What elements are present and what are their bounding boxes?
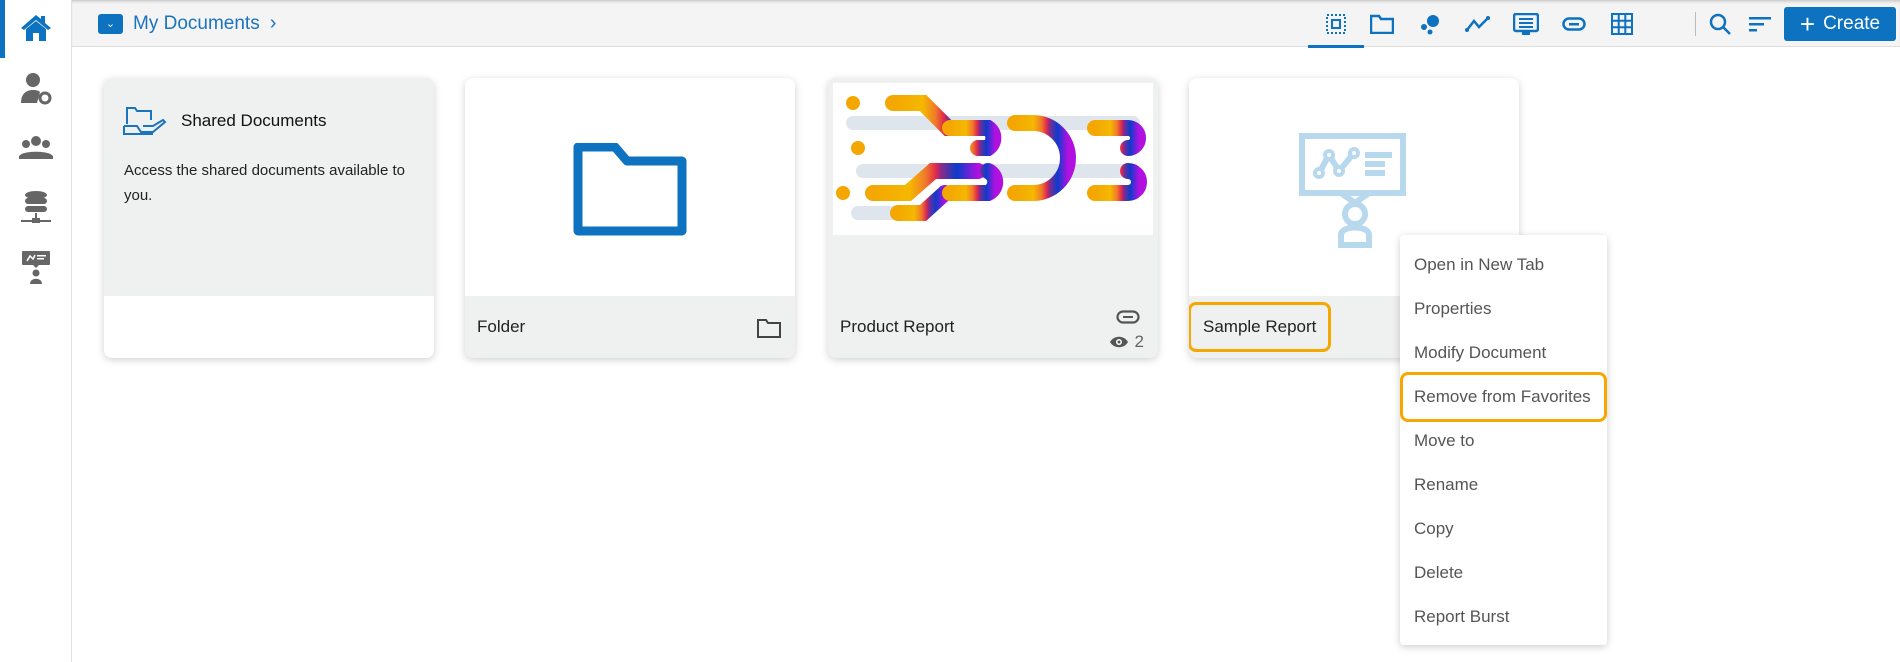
sidebar-item-groups[interactable]: [0, 120, 72, 176]
card-shared-documents[interactable]: Shared Documents Access the shared docum…: [104, 78, 434, 358]
select-all-icon: [1326, 14, 1346, 34]
sidebar-item-user-settings[interactable]: [0, 60, 72, 116]
grid-icon: [1611, 13, 1633, 35]
card-title: Sample Report: [1189, 302, 1332, 352]
bdb-logo-image: [836, 95, 1147, 221]
menu-item-delete[interactable]: Delete: [1400, 551, 1607, 595]
user-gear-icon: [21, 73, 52, 105]
menu-item-report-burst[interactable]: Report Burst: [1400, 595, 1607, 639]
menu-item-properties[interactable]: Properties: [1400, 287, 1607, 331]
menu-item-move-to[interactable]: Move to: [1400, 419, 1607, 463]
reports-filter-button[interactable]: [1506, 8, 1546, 40]
links-filter-button[interactable]: [1554, 8, 1594, 40]
create-label: Create: [1823, 13, 1881, 34]
menu-item-open-in-new-tab[interactable]: Open in New Tab: [1400, 243, 1607, 287]
folders-filter-button[interactable]: [1362, 8, 1402, 40]
card-product-report[interactable]: Product Report 2: [828, 78, 1158, 358]
users-icon: [19, 136, 53, 159]
breadcrumb-my-documents[interactable]: My Documents: [133, 13, 260, 35]
presentation-icon: [22, 251, 50, 284]
chevron-right-icon: ›: [269, 12, 277, 34]
sort-icon: [1749, 17, 1771, 32]
folder-icon: [1370, 14, 1394, 34]
view-count-value: 2: [1134, 332, 1144, 351]
card-title: Product Report: [840, 317, 955, 336]
sidebar-item-presentation[interactable]: [0, 240, 72, 296]
card-footer: [104, 296, 434, 358]
stories-filter-button[interactable]: [1410, 8, 1450, 40]
search-button[interactable]: [1700, 8, 1740, 40]
folder-dropdown-icon[interactable]: ⌄: [98, 13, 123, 34]
menu-item-modify-document[interactable]: Modify Document: [1400, 331, 1607, 375]
menu-item-remove-from-favorites[interactable]: Remove from Favorites: [1400, 372, 1607, 422]
plus-icon: +: [1799, 9, 1816, 39]
context-menu: Open in New Tab Properties Modify Docume…: [1400, 235, 1607, 645]
sidebar-item-home[interactable]: [0, 0, 72, 58]
report-icon: [1513, 13, 1539, 35]
dashboards-filter-button[interactable]: [1458, 8, 1498, 40]
card-title: Shared Documents: [181, 111, 327, 130]
grid-filter-button[interactable]: [1602, 8, 1642, 40]
card-description: Access the shared documents available to…: [124, 162, 405, 204]
toolbar-divider: [1695, 12, 1696, 36]
breadcrumb: ⌄ My Documents ›: [98, 12, 276, 35]
product-report-thumbnail: [833, 83, 1153, 235]
menu-item-rename[interactable]: Rename: [1400, 463, 1607, 507]
card-title: Folder: [477, 317, 526, 336]
line-chart-icon: [1465, 16, 1490, 32]
link-icon: [1562, 17, 1586, 31]
presentation-report-icon: [1299, 133, 1406, 248]
folder-type-icon: [757, 319, 781, 338]
folder-icon: [573, 143, 687, 236]
search-icon: [1709, 13, 1731, 35]
sort-button[interactable]: [1740, 8, 1780, 40]
database-icon: [21, 191, 51, 223]
view-count: 2: [1109, 332, 1144, 352]
top-bar: ⌄ My Documents › + Create: [72, 0, 1900, 48]
bubbles-icon: [1421, 15, 1439, 35]
create-button[interactable]: + Create: [1784, 7, 1896, 41]
shared-folder-icon: [123, 107, 167, 135]
sidebar: [0, 0, 72, 662]
link-icon: [1116, 310, 1140, 324]
card-folder[interactable]: Folder: [465, 78, 795, 358]
eye-icon: [1109, 336, 1128, 348]
home-icon: [21, 15, 51, 41]
sidebar-item-data-connectors[interactable]: [0, 180, 72, 236]
view-all-button[interactable]: [1308, 8, 1364, 48]
menu-item-copy[interactable]: Copy: [1400, 507, 1607, 551]
